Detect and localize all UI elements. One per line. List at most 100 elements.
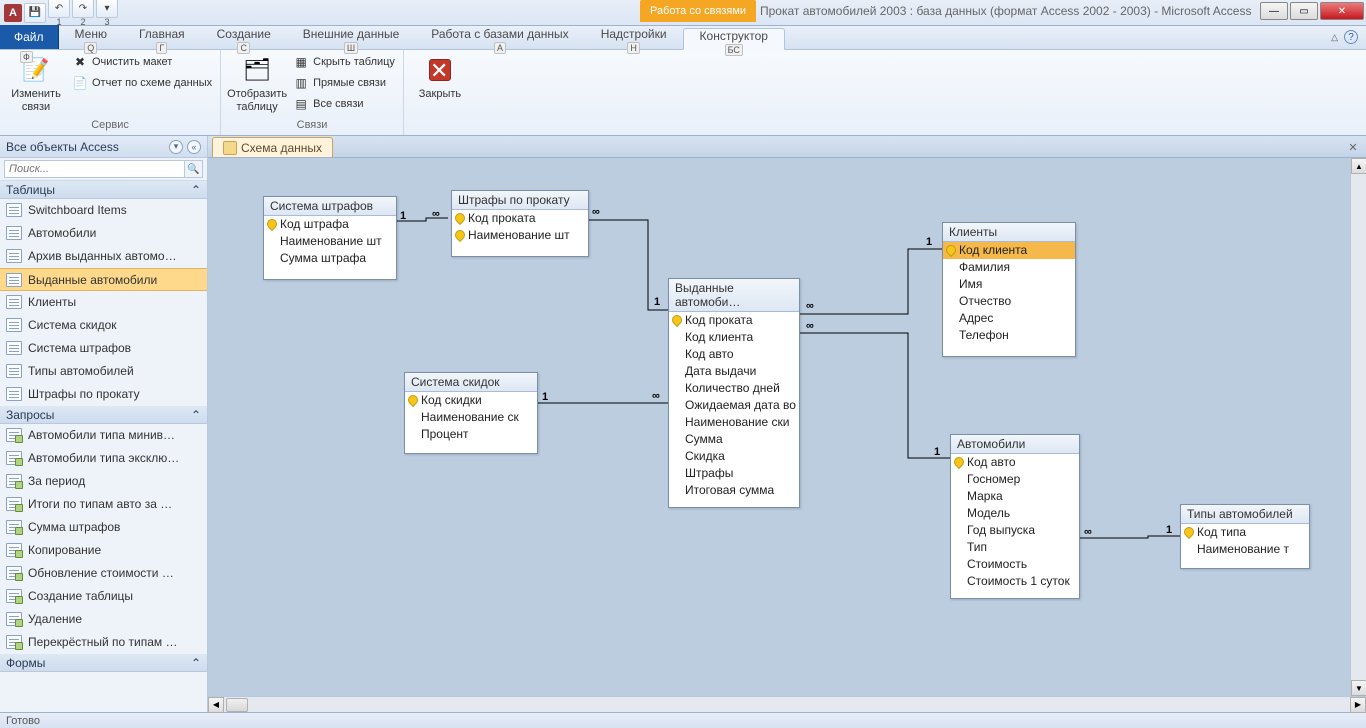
all-relations-button[interactable]: ▤Все связи xyxy=(291,94,397,114)
scroll-right-button[interactable]: ▶ xyxy=(1350,697,1366,713)
table-icon xyxy=(6,249,22,263)
rel-many: ∞ xyxy=(432,208,440,220)
document-tabs: Схема данных ✕ xyxy=(208,136,1366,158)
nav-header[interactable]: Все объекты Access ▾« xyxy=(0,136,207,158)
vertical-scrollbar[interactable]: ▲ ▼ xyxy=(1350,158,1366,696)
nav-section-queries[interactable]: Запросы⌃ xyxy=(0,406,207,424)
tab-dbtools[interactable]: Работа с базами данныхА xyxy=(415,27,584,49)
ribbon-group-relations: 🗂 Отобразить таблицу ▦Скрыть таблицу ▥Пр… xyxy=(221,50,404,135)
edit-relations-button[interactable]: 📝 Изменить связи xyxy=(6,52,66,114)
nav-table-item[interactable]: Типы автомобилей xyxy=(0,360,207,383)
direct-icon: ▥ xyxy=(293,75,309,91)
ribbon: 📝 Изменить связи ✖Очистить макет 📄Отчет … xyxy=(0,50,1366,136)
ribbon-group-close: ✕ Закрыть xyxy=(404,50,476,135)
nav-table-item[interactable]: Штрафы по прокату xyxy=(0,383,207,406)
tab-create[interactable]: СозданиеС xyxy=(201,27,287,49)
nav-table-item[interactable]: Switchboard Items xyxy=(0,199,207,222)
table-box-tipy[interactable]: Типы автомобилей Код типа Наименование т xyxy=(1180,504,1310,569)
nav-query-item[interactable]: Копирование xyxy=(0,539,207,562)
app-icon[interactable]: A xyxy=(4,4,22,22)
nav-table-item[interactable]: Архив выданных автомо… xyxy=(0,245,207,268)
table-icon xyxy=(6,387,22,401)
query-icon xyxy=(6,451,22,465)
status-text: Готово xyxy=(6,715,40,727)
all-icon: ▤ xyxy=(293,96,309,112)
table-icon xyxy=(6,203,22,217)
nav-search-button[interactable]: 🔍 xyxy=(185,160,203,178)
help-icon[interactable]: ? xyxy=(1344,30,1358,44)
table-box-avto[interactable]: Автомобили Код авто Госномер Марка Модел… xyxy=(950,434,1080,599)
relation-report-button[interactable]: 📄Отчет по схеме данных xyxy=(70,73,214,93)
horizontal-scrollbar[interactable]: ◀ ▶ xyxy=(208,696,1366,712)
qat-btn-2[interactable]: ↷ xyxy=(72,0,94,18)
tab-addins[interactable]: НадстройкиН xyxy=(585,27,683,49)
report-icon: 📄 xyxy=(72,75,88,91)
clear-layout-button[interactable]: ✖Очистить макет xyxy=(70,52,214,72)
nav-query-item[interactable]: Создание таблицы xyxy=(0,585,207,608)
direct-relations-button[interactable]: ▥Прямые связи xyxy=(291,73,397,93)
nav-search-row: 🔍 xyxy=(0,158,207,181)
nav-table-item[interactable]: Клиенты xyxy=(0,291,207,314)
table-box-vydan[interactable]: Выданные автомоби… Код проката Код клиен… xyxy=(668,278,800,508)
scroll-up-button[interactable]: ▲ xyxy=(1351,158,1366,174)
workspace: Все объекты Access ▾« 🔍 Таблицы⌃ Switchb… xyxy=(0,136,1366,712)
nav-query-item[interactable]: Перекрёстный по типам … xyxy=(0,631,207,654)
nav-query-item[interactable]: Автомобили типа минив… xyxy=(0,424,207,447)
query-icon xyxy=(6,612,22,626)
nav-query-item[interactable]: Автомобили типа эксклю… xyxy=(0,447,207,470)
ribbon-close-button[interactable]: ✕ Закрыть xyxy=(410,52,470,101)
table-box-shtrafprokat[interactable]: Штрафы по прокату Код проката Наименован… xyxy=(451,190,589,257)
nav-table-item[interactable]: Система скидок xyxy=(0,314,207,337)
minimize-ribbon-icon[interactable]: △ xyxy=(1331,32,1338,43)
rel-many: ∞ xyxy=(806,320,814,332)
nav-table-item[interactable]: Выданные автомобили xyxy=(0,268,207,291)
nav-query-item[interactable]: За период xyxy=(0,470,207,493)
table-box-shtraf[interactable]: Система штрафов Код штрафа Наименование … xyxy=(263,196,397,280)
ribbon-tabs: Файл Ф МенюQ ГлавнаяГ СозданиеС Внешние … xyxy=(0,26,1366,50)
nav-query-item[interactable]: Сумма штрафов xyxy=(0,516,207,539)
nav-search-input[interactable] xyxy=(4,160,185,178)
close-button[interactable]: ✕ xyxy=(1320,2,1364,20)
table-box-klienty[interactable]: Клиенты Код клиента Фамилия Имя Отчество… xyxy=(942,222,1076,357)
file-tab[interactable]: Файл xyxy=(0,25,59,49)
nav-table-item[interactable]: Система штрафов xyxy=(0,337,207,360)
rel-one: 1 xyxy=(926,236,932,248)
relationships-canvas[interactable]: 1 ∞ ∞ 1 1 ∞ ∞ 1 ∞ 1 ∞ 1 Система штрафов … xyxy=(208,158,1366,696)
table-box-skidok[interactable]: Система скидок Код скидки Наименование с… xyxy=(404,372,538,454)
nav-query-item[interactable]: Удаление xyxy=(0,608,207,631)
nav-dropdown-icon[interactable]: ▾ xyxy=(169,140,183,154)
tab-home[interactable]: ГлавнаяГ xyxy=(123,27,201,49)
nav-query-item[interactable]: Итоги по типам авто за … xyxy=(0,493,207,516)
title-bar: A 💾 ↶1 ↷2 ▾3 Работа со связями Прокат ав… xyxy=(0,0,1366,26)
scroll-left-button[interactable]: ◀ xyxy=(208,697,224,713)
doc-tab-schema[interactable]: Схема данных xyxy=(212,137,333,157)
nav-table-item[interactable]: Автомобили xyxy=(0,222,207,245)
table-icon xyxy=(6,341,22,355)
collapse-icon: ⌃ xyxy=(191,656,201,670)
qat-btn-3[interactable]: ▾ xyxy=(96,0,118,18)
scroll-down-button[interactable]: ▼ xyxy=(1351,680,1366,696)
minimize-button[interactable]: — xyxy=(1260,2,1288,20)
window-title: Прокат автомобилей 2003 : база данных (ф… xyxy=(760,4,1251,18)
navigation-pane: Все объекты Access ▾« 🔍 Таблицы⌃ Switchb… xyxy=(0,136,208,712)
show-table-button[interactable]: 🗂 Отобразить таблицу xyxy=(227,52,287,114)
nav-collapse-icon[interactable]: « xyxy=(187,140,201,154)
table-icon xyxy=(6,318,22,332)
scroll-thumb[interactable] xyxy=(226,698,248,712)
table-icon xyxy=(6,273,22,287)
qat-save-button[interactable]: 💾 xyxy=(24,3,46,23)
clear-icon: ✖ xyxy=(72,54,88,70)
nav-section-forms[interactable]: Формы⌃ xyxy=(0,654,207,672)
doc-close-button[interactable]: ✕ xyxy=(1346,140,1360,154)
hide-table-button[interactable]: ▦Скрыть таблицу xyxy=(291,52,397,72)
tab-design[interactable]: КонструкторБС xyxy=(683,28,785,50)
query-icon xyxy=(6,543,22,557)
rel-many: ∞ xyxy=(1084,526,1092,538)
nav-section-tables[interactable]: Таблицы⌃ xyxy=(0,181,207,199)
tab-external[interactable]: Внешние данныеШ xyxy=(287,27,416,49)
tab-menu[interactable]: МенюQ xyxy=(59,27,123,49)
maximize-button[interactable]: ▭ xyxy=(1290,2,1318,20)
rel-many: ∞ xyxy=(592,206,600,218)
nav-query-item[interactable]: Обновление стоимости … xyxy=(0,562,207,585)
qat-btn-1[interactable]: ↶ xyxy=(48,0,70,18)
